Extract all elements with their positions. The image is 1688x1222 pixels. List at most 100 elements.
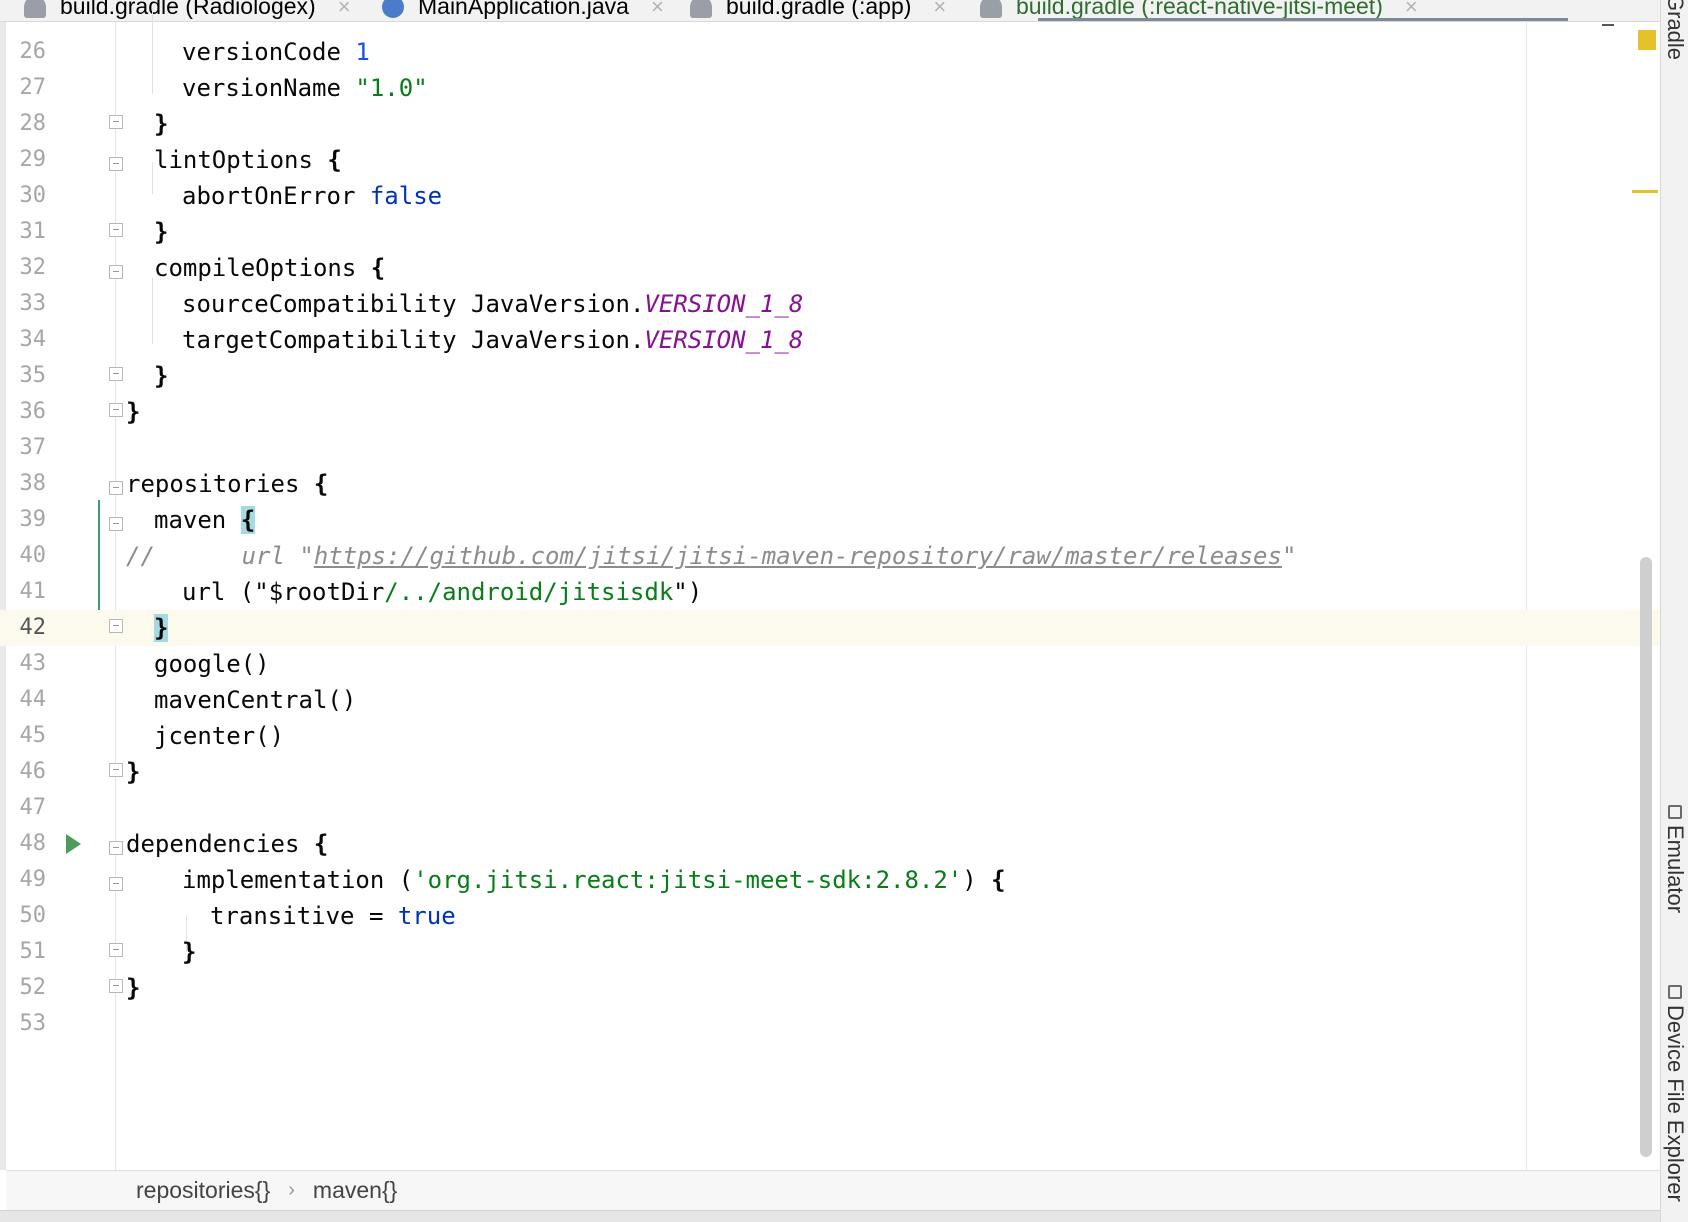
code-text: mavenCentral()	[154, 686, 357, 714]
code-line-38[interactable]: 38 repositories {	[0, 466, 1660, 502]
line-number: 34	[19, 327, 47, 352]
close-icon[interactable]: ×	[651, 0, 664, 20]
code-line-30[interactable]: 30 abortOnError false	[0, 178, 1660, 214]
fold-start-icon[interactable]	[109, 481, 123, 495]
token: false	[369, 182, 443, 210]
line-number: 39	[19, 507, 47, 532]
line-number: 40	[19, 543, 47, 568]
code-line-49[interactable]: 49 implementation ('org.jitsi.react:jits…	[0, 862, 1660, 898]
fold-end-icon[interactable]	[109, 619, 123, 633]
code-line-37[interactable]: 37	[0, 430, 1660, 466]
editor-tab-bar: build.gradle (Radiologex) × MainApplicat…	[0, 0, 1660, 22]
close-icon[interactable]: ×	[1405, 0, 1418, 20]
code-line-28[interactable]: 28 }	[0, 106, 1660, 142]
code-line-46[interactable]: 46 }	[0, 754, 1660, 790]
code-line-36[interactable]: 36 }	[0, 394, 1660, 430]
token: 1	[355, 38, 370, 66]
matched-brace: }	[154, 614, 169, 642]
code-line-50[interactable]: 50 transitive = true	[0, 898, 1660, 934]
token: targetCompatibility	[182, 326, 457, 354]
line-number: 47	[19, 795, 47, 820]
token: versionName	[182, 74, 341, 102]
fold-end-icon[interactable]	[109, 763, 123, 777]
close-icon[interactable]: ×	[933, 0, 946, 20]
line-number: 50	[19, 903, 47, 928]
code-text: maven {	[154, 502, 256, 538]
code-text: }	[154, 362, 169, 390]
close-icon[interactable]: ×	[338, 0, 351, 20]
code-line-41[interactable]: 41 url ("$rootDir/../android/jitsisdk")	[0, 574, 1660, 610]
gradle-tool-button[interactable]: Gradle	[1661, 0, 1688, 60]
fold-end-icon[interactable]	[109, 979, 123, 993]
code-line-33[interactable]: 33 sourceCompatibility JavaVersion.VERSI…	[0, 286, 1660, 322]
code-line-45[interactable]: 45 jcenter()	[0, 718, 1660, 754]
code-line-34[interactable]: 34 targetCompatibility JavaVersion.VERSI…	[0, 322, 1660, 358]
fold-end-icon[interactable]	[109, 115, 123, 129]
line-number: 27	[19, 75, 47, 100]
breadcrumb-item-maven[interactable]: maven{}	[313, 1177, 397, 1204]
code-line-40[interactable]: 40 // url "https://github.com/jitsi/jits…	[0, 538, 1660, 574]
code-line-44[interactable]: 44 mavenCentral()	[0, 682, 1660, 718]
fold-end-icon[interactable]	[109, 223, 123, 237]
line-number: 49	[19, 867, 47, 892]
gradle-icon	[24, 0, 46, 18]
code-line-42[interactable]: 42 }	[0, 610, 1660, 646]
code-line-32[interactable]: 32 compileOptions {	[0, 250, 1660, 286]
fold-start-icon[interactable]	[109, 517, 123, 531]
code-line-51[interactable]: 51 }	[0, 934, 1660, 970]
emulator-tool-button[interactable]: Emulator	[1661, 805, 1688, 913]
token: )	[962, 866, 992, 894]
tab-label: MainApplication.java	[418, 0, 629, 19]
code-editor[interactable]: 26 versionCode 1 27 versionName "1.0" 28…	[0, 8, 1660, 1170]
device-file-explorer-tool-button[interactable]: Device File Explorer	[1661, 985, 1688, 1202]
code-line-35[interactable]: 35 }	[0, 358, 1660, 394]
fold-start-icon[interactable]	[109, 265, 123, 279]
inspection-widget[interactable]	[1602, 24, 1614, 26]
tool-label: Emulator	[1663, 825, 1688, 914]
code-line-48[interactable]: 48 dependencies {	[0, 826, 1660, 862]
code-line-43[interactable]: 43 google()	[0, 646, 1660, 682]
fold-end-icon[interactable]	[109, 943, 123, 957]
tab-main-application-java[interactable]: MainApplication.java ×	[382, 0, 664, 21]
code-line-26[interactable]: 26 versionCode 1	[0, 34, 1660, 70]
token: implementation (	[182, 866, 414, 894]
token: JavaVersion.	[471, 290, 645, 318]
fold-end-icon[interactable]	[109, 403, 123, 417]
code-line-29[interactable]: 29 lintOptions {	[0, 142, 1660, 178]
token: 'org.jitsi.react:jitsi-meet-sdk:2.8.2'	[413, 866, 963, 894]
token: {	[327, 146, 342, 174]
code-line-27[interactable]: 27 versionName "1.0"	[0, 70, 1660, 106]
fold-start-icon[interactable]	[109, 877, 123, 891]
token: JavaVersion.	[471, 326, 645, 354]
line-number: 46	[19, 759, 47, 784]
token: repositories	[126, 470, 300, 498]
device-icon	[1668, 985, 1682, 999]
tab-label: build.gradle (Radiologex)	[60, 0, 316, 19]
code-line-31[interactable]: 31 }	[0, 214, 1660, 250]
code-line-47[interactable]: 47	[0, 790, 1660, 826]
code-text: }	[126, 398, 141, 426]
token: maven	[154, 506, 227, 534]
gradle-icon	[690, 0, 712, 18]
code-text: }	[154, 218, 169, 246]
code-text: jcenter()	[154, 722, 285, 750]
fold-start-icon[interactable]	[109, 841, 123, 855]
tool-label: Device File Explorer	[1663, 1005, 1688, 1202]
tab-build-gradle-app[interactable]: build.gradle (:app) ×	[690, 0, 946, 21]
code-text: implementation ('org.jitsi.react:jitsi-m…	[182, 862, 1006, 898]
fold-end-icon[interactable]	[109, 367, 123, 381]
fold-start-icon[interactable]	[109, 157, 123, 171]
code-comment: // url "https://github.com/jitsi/jitsi-m…	[126, 538, 1296, 574]
tab-build-gradle-radiologex[interactable]: build.gradle (Radiologex) ×	[24, 0, 351, 21]
scrollbar-thumb[interactable]	[1640, 557, 1652, 1157]
run-gutter-icon[interactable]	[66, 834, 81, 854]
token: {	[313, 470, 329, 498]
code-line-53[interactable]: 53	[0, 1006, 1660, 1042]
line-number: 48	[19, 831, 47, 856]
token: url ("$rootDir	[182, 578, 385, 606]
breadcrumb-item-repositories[interactable]: repositories{}	[136, 1177, 270, 1204]
code-line-52[interactable]: 52 }	[0, 970, 1660, 1006]
code-line-39[interactable]: 39 maven {	[0, 502, 1660, 538]
comment-url-link[interactable]: https://github.com/jitsi/jitsi-maven-rep…	[314, 542, 1282, 570]
line-number: 43	[19, 651, 47, 676]
